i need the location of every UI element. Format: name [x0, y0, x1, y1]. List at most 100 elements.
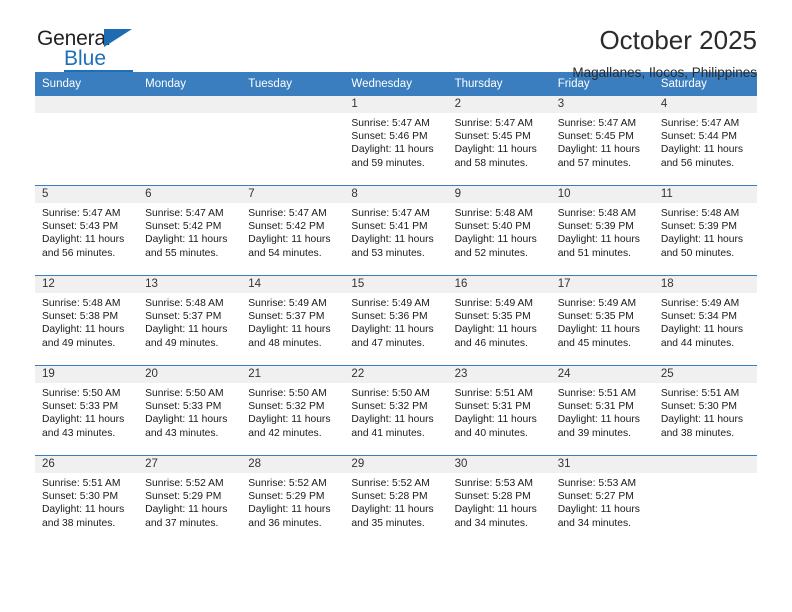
sunrise-text: Sunrise: 5:50 AM	[248, 388, 327, 399]
calendar-day-cell[interactable]: 25 Sunrise: 5:51 AM Sunset: 5:30 PM Dayligh…	[653, 365, 757, 456]
calendar-day-cell[interactable]: 8 Sunrise: 5:47 AM Sunset: 5:41 PM Daylight…	[344, 185, 448, 276]
day-details: Sunrise: 5:47 AM Sunset: 5:46 PM Daylight:…	[344, 113, 447, 170]
sunrise-text: Sunrise: 5:49 AM	[557, 298, 637, 309]
day-number	[138, 96, 242, 113]
day-number: 18	[653, 276, 757, 293]
day-number: 7	[241, 186, 345, 203]
day-cell-inner	[653, 456, 757, 545]
calendar-day-cell[interactable]: 9 Sunrise: 5:48 AM Sunset: 5:40 PM Daylight…	[447, 185, 551, 276]
sunset-text: Sunset: 5:32 PM	[351, 401, 428, 413]
sunset-text: Sunset: 5:44 PM	[660, 131, 737, 143]
sunset-text: Sunset: 5:43 PM	[42, 221, 119, 233]
calendar-day-cell[interactable]: 7 Sunrise: 5:47 AM Sunset: 5:42 PM Daylight…	[241, 185, 345, 276]
day-cell-inner: 22 Sunrise: 5:50 AM Sunset: 5:32 PM Dayligh…	[344, 366, 448, 455]
day-cell-inner	[35, 96, 139, 185]
day-number: 2	[447, 96, 551, 113]
day-cell-inner: 6 Sunrise: 5:47 AM Sunset: 5:42 PM Daylight…	[138, 186, 242, 275]
calendar-week-row: 1 Sunrise: 5:47 AM Sunset: 5:46 PM Daylight…	[35, 96, 757, 186]
calendar-day-cell[interactable]: 27 Sunrise: 5:52 AM Sunset: 5:29 PM Dayligh…	[138, 455, 242, 545]
calendar-day-cell[interactable]: 28 Sunrise: 5:52 AM Sunset: 5:29 PM Dayligh…	[241, 455, 345, 545]
sunrise-text: Sunrise: 5:51 AM	[660, 388, 740, 399]
daylight-text: Daylight: 11 hours and 44 minutes.	[660, 324, 744, 349]
calendar-day-cell[interactable]: 4 Sunrise: 5:47 AM Sunset: 5:44 PM Daylight…	[653, 96, 757, 186]
daylight-text: Daylight: 11 hours and 58 minutes.	[454, 144, 537, 169]
calendar-day-cell[interactable]: 2 Sunrise: 5:47 AM Sunset: 5:45 PM Daylight…	[447, 96, 551, 186]
sunset-text: Sunset: 5:29 PM	[248, 491, 325, 503]
day-details: Sunrise: 5:51 AM Sunset: 5:30 PM Daylight:…	[35, 473, 138, 530]
day-details: Sunrise: 5:53 AM Sunset: 5:28 PM Daylight:…	[448, 473, 551, 530]
calendar-day-cell[interactable]: 11 Sunrise: 5:48 AM Sunset: 5:39 PM Dayligh…	[653, 185, 757, 276]
day-number	[35, 96, 139, 113]
calendar-day-cell[interactable]: 15 Sunrise: 5:49 AM Sunset: 5:36 PM Dayligh…	[344, 275, 448, 366]
calendar-day-cell[interactable]: 24 Sunrise: 5:51 AM Sunset: 5:31 PM Dayligh…	[550, 365, 654, 456]
sunset-text: Sunset: 5:35 PM	[454, 311, 531, 323]
sunrise-text: Sunrise: 5:47 AM	[557, 118, 637, 129]
page-header: General Blue October 2025 Magallanes, Il…	[35, 0, 757, 80]
sunset-text: Sunset: 5:30 PM	[660, 401, 737, 413]
sunset-text: Sunset: 5:30 PM	[42, 491, 119, 503]
general-blue-logo: General Blue	[35, 26, 157, 74]
calendar-day-cell[interactable]: 30 Sunrise: 5:53 AM Sunset: 5:28 PM Dayligh…	[447, 455, 551, 545]
calendar-body: 1 Sunrise: 5:47 AM Sunset: 5:46 PM Daylight…	[35, 96, 757, 545]
day-cell-inner: 10 Sunrise: 5:48 AM Sunset: 5:39 PM Dayligh…	[550, 186, 654, 275]
day-details: Sunrise: 5:50 AM Sunset: 5:32 PM Daylight:…	[344, 383, 447, 440]
daylight-text: Daylight: 11 hours and 36 minutes.	[248, 504, 331, 529]
logo-triangle-icon	[104, 29, 132, 47]
calendar-day-cell[interactable]: 21 Sunrise: 5:50 AM Sunset: 5:32 PM Dayligh…	[241, 365, 345, 456]
calendar-day-cell[interactable]: 1 Sunrise: 5:47 AM Sunset: 5:46 PM Daylight…	[344, 96, 448, 186]
calendar-day-cell[interactable]: 20 Sunrise: 5:50 AM Sunset: 5:33 PM Dayligh…	[138, 365, 242, 456]
day-number: 11	[653, 186, 757, 203]
calendar-day-cell-empty	[653, 455, 757, 545]
sunrise-text: Sunrise: 5:51 AM	[557, 388, 637, 399]
calendar-day-cell[interactable]: 5 Sunrise: 5:47 AM Sunset: 5:43 PM Daylight…	[35, 185, 139, 276]
day-number: 27	[138, 456, 242, 473]
calendar-day-cell[interactable]: 29 Sunrise: 5:52 AM Sunset: 5:28 PM Dayligh…	[344, 455, 448, 545]
calendar-day-cell[interactable]: 16 Sunrise: 5:49 AM Sunset: 5:35 PM Dayligh…	[447, 275, 551, 366]
calendar-page: General Blue October 2025 Magallanes, Il…	[0, 0, 792, 612]
day-cell-inner: 30 Sunrise: 5:53 AM Sunset: 5:28 PM Dayligh…	[447, 456, 551, 545]
day-number: 3	[550, 96, 654, 113]
day-details: Sunrise: 5:49 AM Sunset: 5:36 PM Daylight:…	[344, 293, 447, 350]
sunrise-text: Sunrise: 5:50 AM	[145, 388, 224, 399]
sunset-text: Sunset: 5:42 PM	[248, 221, 325, 233]
day-details: Sunrise: 5:47 AM Sunset: 5:43 PM Daylight:…	[35, 203, 138, 260]
calendar-day-cell[interactable]: 3 Sunrise: 5:47 AM Sunset: 5:45 PM Daylight…	[550, 96, 654, 186]
calendar-day-cell[interactable]: 22 Sunrise: 5:50 AM Sunset: 5:32 PM Dayligh…	[344, 365, 448, 456]
day-details: Sunrise: 5:47 AM Sunset: 5:44 PM Daylight:…	[654, 113, 757, 170]
calendar-day-cell[interactable]: 19 Sunrise: 5:50 AM Sunset: 5:33 PM Dayligh…	[35, 365, 139, 456]
daylight-text: Daylight: 11 hours and 43 minutes.	[145, 414, 228, 439]
daylight-text: Daylight: 11 hours and 41 minutes.	[351, 414, 434, 439]
day-details: Sunrise: 5:47 AM Sunset: 5:45 PM Daylight:…	[551, 113, 654, 170]
day-details: Sunrise: 5:47 AM Sunset: 5:42 PM Daylight:…	[138, 203, 241, 260]
day-details: Sunrise: 5:48 AM Sunset: 5:40 PM Daylight:…	[448, 203, 551, 260]
day-details: Sunrise: 5:49 AM Sunset: 5:37 PM Daylight:…	[241, 293, 344, 350]
day-cell-inner: 7 Sunrise: 5:47 AM Sunset: 5:42 PM Daylight…	[241, 186, 345, 275]
page-title: October 2025	[599, 25, 757, 55]
calendar-day-cell[interactable]: 18 Sunrise: 5:49 AM Sunset: 5:34 PM Dayligh…	[653, 275, 757, 366]
calendar-day-cell[interactable]: 26 Sunrise: 5:51 AM Sunset: 5:30 PM Dayligh…	[35, 455, 139, 545]
calendar-day-cell[interactable]: 13 Sunrise: 5:48 AM Sunset: 5:37 PM Dayligh…	[138, 275, 242, 366]
weekday-header-sunday: Sunday	[35, 72, 139, 96]
calendar-day-cell[interactable]: 10 Sunrise: 5:48 AM Sunset: 5:39 PM Dayligh…	[550, 185, 654, 276]
day-details: Sunrise: 5:52 AM Sunset: 5:29 PM Daylight:…	[138, 473, 241, 530]
weekday-header-thursday: Thursday	[447, 72, 551, 96]
calendar-day-cell[interactable]: 12 Sunrise: 5:48 AM Sunset: 5:38 PM Dayligh…	[35, 275, 139, 366]
day-number: 12	[35, 276, 139, 293]
sunset-text: Sunset: 5:28 PM	[454, 491, 531, 503]
sunrise-text: Sunrise: 5:53 AM	[454, 478, 533, 489]
sunrise-text: Sunrise: 5:47 AM	[351, 118, 430, 129]
calendar-day-cell[interactable]: 23 Sunrise: 5:51 AM Sunset: 5:31 PM Dayligh…	[447, 365, 551, 456]
calendar-day-cell[interactable]: 6 Sunrise: 5:47 AM Sunset: 5:42 PM Daylight…	[138, 185, 242, 276]
day-cell-inner: 3 Sunrise: 5:47 AM Sunset: 5:45 PM Daylight…	[550, 96, 654, 185]
sunrise-text: Sunrise: 5:52 AM	[248, 478, 327, 489]
calendar-day-cell[interactable]: 31 Sunrise: 5:53 AM Sunset: 5:27 PM Dayligh…	[550, 455, 654, 545]
day-cell-inner: 20 Sunrise: 5:50 AM Sunset: 5:33 PM Dayligh…	[138, 366, 242, 455]
calendar-week-row: 26 Sunrise: 5:51 AM Sunset: 5:30 PM Dayligh…	[35, 455, 757, 545]
day-details: Sunrise: 5:49 AM Sunset: 5:34 PM Daylight:…	[654, 293, 757, 350]
calendar-day-cell[interactable]: 14 Sunrise: 5:49 AM Sunset: 5:37 PM Dayligh…	[241, 275, 345, 366]
sunset-text: Sunset: 5:42 PM	[145, 221, 222, 233]
day-number: 9	[447, 186, 551, 203]
calendar-day-cell[interactable]: 17 Sunrise: 5:49 AM Sunset: 5:35 PM Dayligh…	[550, 275, 654, 366]
sunset-text: Sunset: 5:45 PM	[454, 131, 531, 143]
sunrise-text: Sunrise: 5:50 AM	[351, 388, 430, 399]
